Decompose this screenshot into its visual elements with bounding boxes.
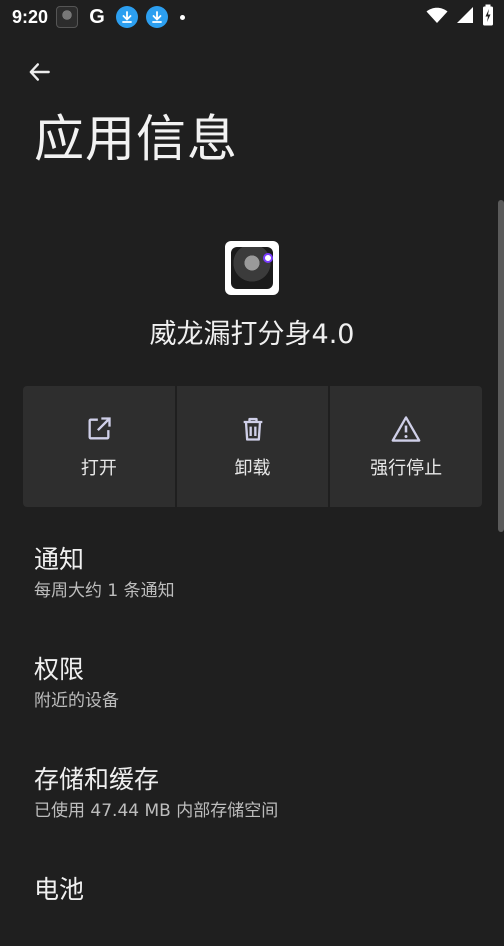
scrollbar[interactable] <box>498 200 504 532</box>
download-notification-icon <box>146 6 169 28</box>
uninstall-button-label: 卸载 <box>234 457 271 479</box>
open-button[interactable]: 打开 <box>23 386 175 507</box>
download-notification-icon <box>116 6 139 28</box>
settings-item-summary: 已使用 47.44 MB 内部存储空间 <box>34 801 279 821</box>
google-notification-icon: G <box>89 5 105 28</box>
open-button-label: 打开 <box>80 457 117 479</box>
settings-item-title: 存储和缓存 <box>34 765 160 794</box>
open-external-icon <box>84 414 114 444</box>
game-avatar-notification-icon <box>56 6 79 28</box>
force-stop-button[interactable]: 强行停止 <box>330 386 483 507</box>
status-time: 9:20 <box>12 6 49 27</box>
app-icon-image <box>231 247 273 289</box>
settings-item-title: 权限 <box>34 655 85 684</box>
settings-item-battery[interactable]: 电池 <box>0 860 504 946</box>
back-button[interactable] <box>20 54 60 94</box>
page-title: 应用信息 <box>34 110 238 168</box>
arrow-left-icon <box>27 59 53 89</box>
app-name: 威龙漏打分身4.0 <box>149 319 355 350</box>
settings-item-storage[interactable]: 存储和缓存 已使用 47.44 MB 内部存储空间 <box>0 750 504 836</box>
battery-charging-icon <box>482 4 494 30</box>
force-stop-button-label: 强行停止 <box>370 457 443 479</box>
status-bar: 9:20 G <box>0 0 504 34</box>
wifi-icon <box>426 6 448 28</box>
signal-icon <box>456 6 474 28</box>
uninstall-button[interactable]: 卸载 <box>176 386 329 507</box>
settings-item-permissions[interactable]: 权限 附近的设备 <box>0 640 504 726</box>
settings-item-title: 通知 <box>34 545 85 574</box>
settings-item-summary: 每周大约 1 条通知 <box>34 581 175 601</box>
status-indicators <box>426 4 494 30</box>
action-buttons: 打开 卸载 强行停止 <box>23 386 483 507</box>
app-icon <box>225 241 279 295</box>
more-notifications-dot-icon <box>180 14 186 20</box>
settings-list: 通知 每周大约 1 条通知 权限 附近的设备 存储和缓存 已使用 47.44 M… <box>0 530 504 946</box>
settings-item-summary: 附近的设备 <box>34 691 119 711</box>
app-clone-badge-icon <box>263 253 273 263</box>
settings-item-title: 电池 <box>34 875 85 904</box>
trash-icon <box>238 414 268 444</box>
warning-icon <box>391 414 421 444</box>
settings-item-notifications[interactable]: 通知 每周大约 1 条通知 <box>0 530 504 616</box>
